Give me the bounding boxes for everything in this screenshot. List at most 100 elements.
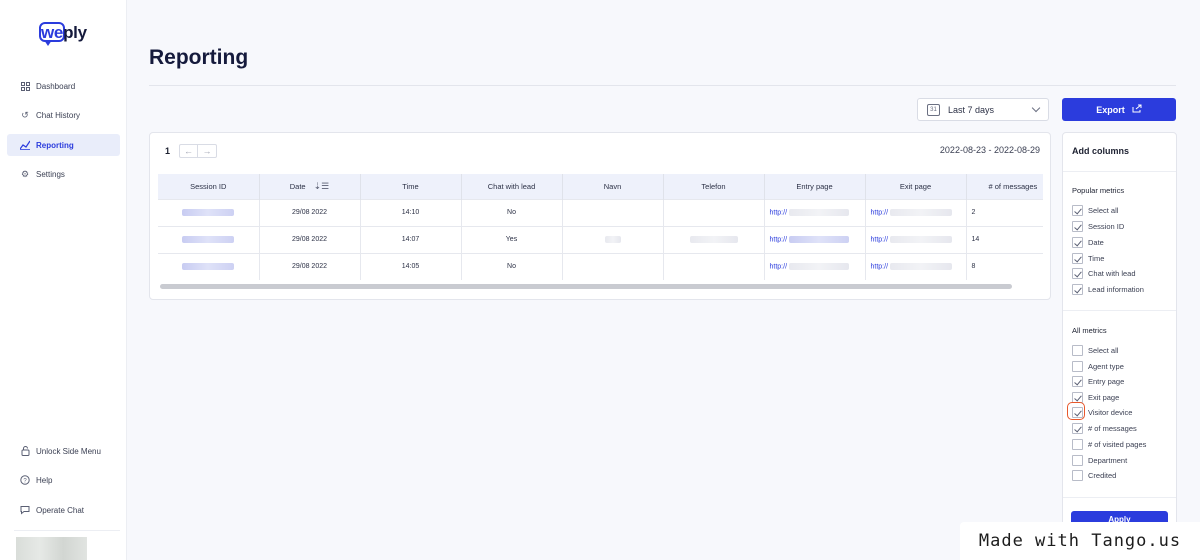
column-header[interactable]: Exit page [865,174,967,199]
sidebar-item-settings[interactable]: ⚙ Settings [7,163,120,185]
panel-divider [1063,310,1176,311]
date-range-select[interactable]: 31 Last 7 days [917,98,1049,121]
checkbox-credited[interactable]: Credited [1072,470,1116,481]
sidebar-item-label: Operate Chat [36,505,85,515]
column-header[interactable]: Entry page [764,174,866,199]
exit-page-cell[interactable]: http:// [865,198,967,226]
table-header-row: Session ID Date ⇣☰ Time Chat with lead Na… [158,174,1043,199]
telefon-cell [663,252,765,280]
checkbox[interactable] [1072,237,1083,248]
sidebar-item-help[interactable]: ? Help [7,469,120,491]
column-header[interactable]: Navn [562,174,664,199]
prev-page-button[interactable]: ← [179,144,199,158]
entry-page-cell[interactable]: http:// [764,225,866,253]
weply-logo[interactable]: weply [39,20,89,48]
date-range-select-label: Last 7 days [948,104,995,115]
sort-icon[interactable]: ⇣☰ [314,181,330,192]
checkbox-agent-type[interactable]: Agent type [1072,361,1124,372]
external-link-icon [1132,104,1142,115]
checkbox-session-id[interactable]: Session ID [1072,221,1124,232]
date-range-text: 2022-08-23 - 2022-08-29 [939,145,1040,155]
add-columns-panel: Add columns Popular metrics Select all S… [1062,132,1177,533]
sidebar: weply Dashboard ↺ Chat History Reporting… [0,0,127,560]
checkbox[interactable] [1072,439,1083,450]
column-header-date[interactable]: Date ⇣☰ [259,174,361,199]
checkbox[interactable] [1072,253,1083,264]
checkbox-popular-select-all[interactable]: Select all [1072,205,1118,216]
grid-icon [20,81,30,91]
logo-text-we: we [41,23,64,42]
table-row[interactable]: 29/08 2022 14:10 No http:// http:// 2 [158,198,1043,226]
checkbox[interactable] [1072,221,1083,232]
time-cell: 14:05 [360,252,462,280]
help-icon: ? [20,475,30,485]
sidebar-item-label: Chat History [36,110,81,120]
checkbox[interactable] [1072,205,1083,216]
sidebar-item-dashboard[interactable]: Dashboard [7,75,120,97]
popular-metrics-title: Popular metrics [1072,186,1125,195]
all-metrics-title: All metrics [1072,326,1107,335]
checkbox[interactable] [1072,455,1083,466]
session-id-cell[interactable] [158,225,260,253]
telefon-cell [663,198,765,226]
report-table: Session ID Date ⇣☰ Time Chat with lead Na… [158,174,1043,282]
sidebar-item-chat-history[interactable]: ↺ Chat History [7,104,120,126]
pagination: 1 ← → [165,144,218,158]
chat-with-lead-cell: No [461,252,563,280]
column-header[interactable]: Time [360,174,462,199]
messages-cell: 8 [966,252,1043,280]
checkbox[interactable] [1072,361,1083,372]
next-page-button[interactable]: → [198,144,218,158]
checkbox[interactable] [1072,423,1083,434]
checkbox-lead-information[interactable]: Lead information [1072,284,1144,295]
horizontal-scrollbar[interactable] [160,284,1012,289]
session-id-cell[interactable] [158,198,260,226]
entry-page-cell[interactable]: http:// [764,198,866,226]
checkbox[interactable] [1072,284,1083,295]
export-button[interactable]: Export [1062,98,1176,121]
sidebar-item-label: Dashboard [36,81,76,91]
checkbox-messages[interactable]: # of messages [1072,423,1137,434]
sidebar-item-operate-chat[interactable]: Operate Chat [7,499,120,521]
checkbox-department[interactable]: Department [1072,455,1127,466]
sidebar-item-label: Settings [36,169,65,179]
checkbox[interactable] [1072,268,1083,279]
table-row[interactable]: 29/08 2022 14:05 No http:// http:// 8 [158,252,1043,280]
date-cell: 29/08 2022 [259,198,361,226]
panel-title: Add columns [1072,146,1130,156]
checkbox-date[interactable]: Date [1072,237,1104,248]
table-row[interactable]: 29/08 2022 14:07 Yes http:// http:// 14 [158,225,1043,253]
lock-icon [20,446,30,456]
column-header[interactable]: Telefon [663,174,765,199]
calendar-icon: 31 [927,103,940,116]
panel-divider [1063,497,1176,498]
history-icon: ↺ [21,109,29,120]
checkbox-visited-pages[interactable]: # of visited pages [1072,439,1146,450]
checkbox[interactable] [1072,376,1083,387]
column-header[interactable]: Session ID [158,174,260,199]
sidebar-item-label: Unlock Side Menu [36,446,101,456]
session-id-cell[interactable] [158,252,260,280]
time-cell: 14:10 [360,198,462,226]
checkbox[interactable] [1072,470,1083,481]
checkbox-all-select-all[interactable]: Select all [1072,345,1118,356]
avatar[interactable] [16,537,87,560]
exit-page-cell[interactable]: http:// [865,252,967,280]
page-number: 1 [165,146,171,156]
sidebar-item-unlock-side-menu[interactable]: Unlock Side Menu [7,440,120,462]
tango-watermark: Made with Tango.us [960,522,1200,560]
checkbox-chat-with-lead[interactable]: Chat with lead [1072,268,1136,279]
navn-cell [562,198,664,226]
sidebar-divider [14,530,120,531]
entry-page-cell[interactable]: http:// [764,252,866,280]
checkbox-entry-page[interactable]: Entry page [1072,376,1124,387]
time-cell: 14:07 [360,225,462,253]
column-header[interactable]: # of messages [966,174,1043,199]
exit-page-cell[interactable]: http:// [865,225,967,253]
checkbox-time[interactable]: Time [1072,253,1104,264]
checkbox[interactable] [1072,345,1083,356]
logo-text-ply: ply [63,23,87,42]
column-header[interactable]: Chat with lead [461,174,563,199]
sidebar-item-reporting[interactable]: Reporting [7,134,120,156]
messages-cell: 14 [966,225,1043,253]
